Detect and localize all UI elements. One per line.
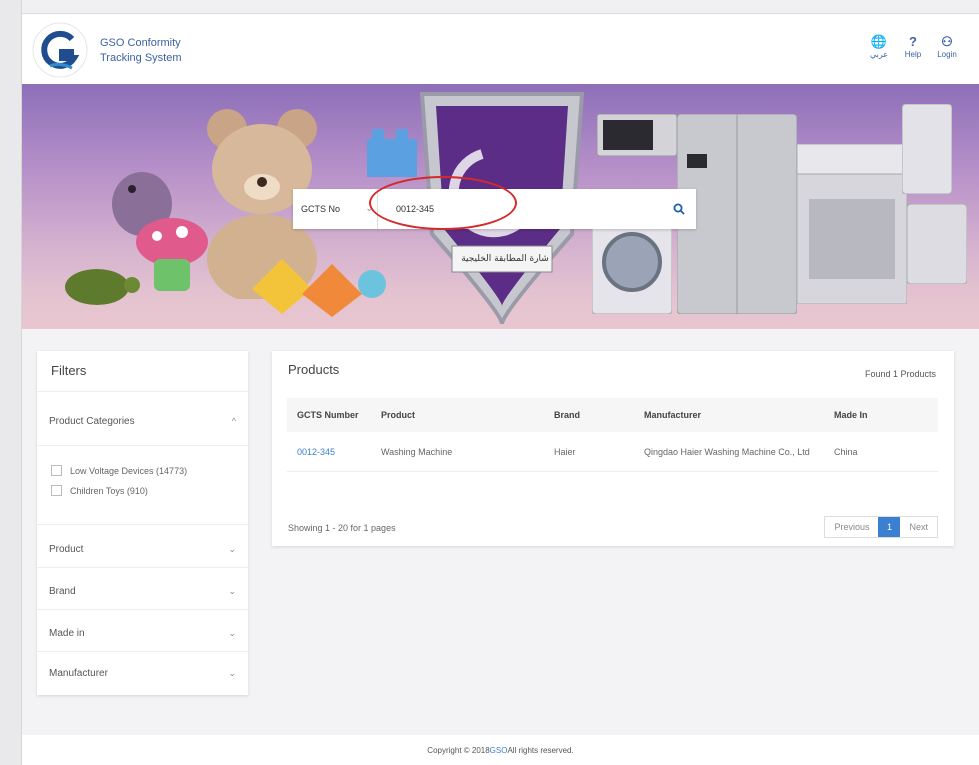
- column-header[interactable]: Made In: [826, 410, 938, 420]
- site-title[interactable]: GSO Conformity Tracking System: [100, 36, 182, 66]
- filter-label: Manufacturer: [49, 667, 108, 679]
- divider: [37, 391, 248, 392]
- filter-label: Brand: [49, 585, 76, 597]
- highlight-annotation: [369, 176, 517, 230]
- copyright-suffix: All rights reserved.: [507, 745, 574, 755]
- product-cell: Washing Machine: [381, 446, 453, 457]
- copyright-text: Copyright © 2018: [427, 745, 490, 755]
- divider: [37, 445, 248, 446]
- microwave-image: [597, 114, 677, 156]
- products-title: Products: [288, 362, 340, 377]
- made-in-cell: China: [834, 446, 858, 457]
- divider: [37, 651, 248, 652]
- filter-product[interactable]: Product ⌄: [37, 531, 248, 567]
- filter-made-in[interactable]: Made in ⌄: [37, 615, 248, 651]
- header-actions: 🌐 عربي ? Help ⚇ Login: [867, 34, 959, 59]
- water-heater-image: [902, 104, 952, 194]
- site-title-line1: GSO Conformity: [100, 37, 181, 49]
- chevron-down-icon: ⌄: [228, 543, 236, 554]
- chevron-down-icon: ⌄: [228, 667, 236, 678]
- language-label: عربي: [869, 50, 889, 59]
- filter-product-categories[interactable]: Product Categories ^: [37, 403, 248, 439]
- checkbox[interactable]: [51, 465, 62, 476]
- table-header: GCTS Number Product Brand Manufacturer M…: [287, 398, 938, 432]
- mushroom-house-image: [136, 218, 208, 291]
- chevron-down-icon: ⌄: [228, 627, 236, 638]
- hero-banner: شارة المطابقة الخليجية GCTS No ⌄ 0012-34…: [22, 84, 979, 329]
- previous-page-button[interactable]: Previous: [825, 517, 878, 537]
- category-option-label: Low Voltage Devices (14773): [70, 465, 188, 476]
- column-header[interactable]: GCTS Number: [287, 410, 373, 420]
- search-button[interactable]: [662, 189, 696, 229]
- filter-label: Made in: [49, 627, 85, 639]
- filters-panel: Filters Product Categories ^ Low Voltage…: [37, 351, 248, 695]
- category-option-label: Children Toys (910): [70, 485, 148, 496]
- pagination-summary: Showing 1 - 20 for 1 pages: [288, 523, 396, 533]
- filter-manufacturer[interactable]: Manufacturer ⌄: [37, 655, 248, 691]
- filter-label: Product: [49, 543, 84, 555]
- page: GSO Conformity Tracking System 🌐 عربي ? …: [22, 14, 979, 765]
- site-title-line2: Tracking System: [100, 52, 182, 64]
- login-label: Login: [937, 50, 957, 59]
- checkbox[interactable]: [51, 485, 62, 496]
- help-button[interactable]: ? Help: [901, 34, 925, 59]
- pagination: Previous 1 Next: [824, 516, 938, 538]
- table-row[interactable]: 0012-345 Washing Machine Haier Qingdao H…: [287, 432, 938, 472]
- products-table: GCTS Number Product Brand Manufacturer M…: [287, 398, 938, 472]
- search-type-label: GCTS No: [301, 204, 341, 214]
- results-count: Found 1 Products: [864, 369, 936, 379]
- cooker-image: [797, 144, 907, 304]
- divider: [37, 524, 248, 525]
- user-icon: ⚇: [941, 34, 953, 49]
- window-left-border: [0, 0, 22, 765]
- chevron-up-icon: ^: [231, 416, 236, 426]
- site-footer: Copyright © 2018 GSO All rights reserved…: [22, 735, 979, 765]
- gso-link[interactable]: GSO: [490, 746, 508, 755]
- login-button[interactable]: ⚇ Login: [935, 34, 959, 59]
- search-type-select[interactable]: GCTS No ⌄: [293, 189, 378, 229]
- manufacturer-cell: Qingdao Haier Washing Machine Co., Ltd: [644, 446, 810, 457]
- column-header[interactable]: Product: [373, 410, 546, 420]
- divider: [37, 609, 248, 610]
- gcts-number-link[interactable]: 0012-345: [297, 447, 335, 457]
- toy-blocks-image: [252, 259, 386, 317]
- language-button[interactable]: 🌐 عربي: [867, 34, 891, 59]
- gso-logo-icon[interactable]: [32, 22, 88, 78]
- turtle-toy-image: [65, 269, 140, 305]
- help-label: Help: [904, 50, 922, 59]
- chevron-down-icon: ⌄: [228, 585, 236, 596]
- question-icon: ?: [909, 34, 917, 49]
- column-header[interactable]: Manufacturer: [636, 409, 826, 421]
- search-icon: [673, 203, 685, 215]
- next-page-button[interactable]: Next: [900, 517, 937, 537]
- page-1-button[interactable]: 1: [878, 517, 901, 537]
- category-option-low-voltage[interactable]: Low Voltage Devices (14773): [51, 465, 187, 476]
- globe-icon: 🌐: [870, 34, 888, 49]
- dryer-image: [907, 204, 967, 284]
- filters-title: Filters: [51, 363, 87, 378]
- shield-banner-text: شارة المطابقة الخليجية: [461, 254, 549, 264]
- column-header[interactable]: Brand: [546, 410, 636, 420]
- filter-label: Product Categories: [49, 415, 135, 427]
- site-header: GSO Conformity Tracking System 🌐 عربي ? …: [22, 14, 979, 84]
- brand-cell: Haier: [554, 446, 576, 457]
- window-top-border: [22, 0, 979, 14]
- products-panel: Products Found 1 Products GCTS Number Pr…: [272, 351, 954, 546]
- filter-brand[interactable]: Brand ⌄: [37, 573, 248, 609]
- category-option-children-toys[interactable]: Children Toys (910): [51, 485, 148, 496]
- divider: [37, 567, 248, 568]
